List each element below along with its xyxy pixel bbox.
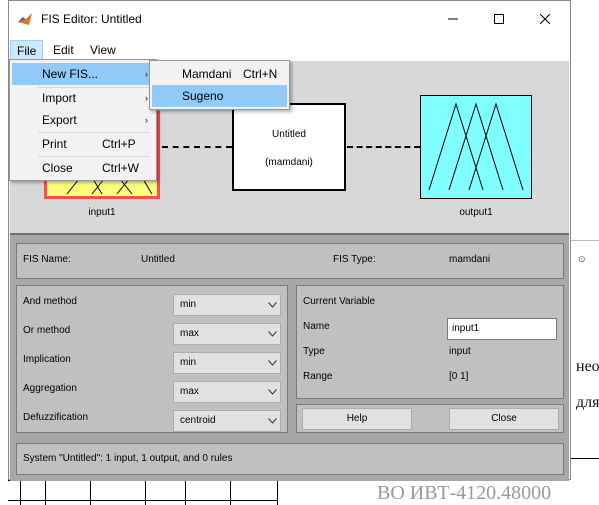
doc-stamp-text: ВО ИВТ-4120.48000	[377, 482, 552, 504]
scroll-down-arrow[interactable]: ⊙	[578, 254, 590, 268]
menu-item-sugeno[interactable]: Sugeno	[152, 85, 287, 107]
input-variable-label: input1	[88, 207, 116, 218]
new-fis-submenu: Mamdani Ctrl+N Sugeno	[149, 60, 290, 110]
file-menu: New FIS... › Import › Export › Print Ctr…	[9, 59, 157, 181]
connector-right	[347, 146, 420, 148]
menu-item-mamdani[interactable]: Mamdani Ctrl+N	[152, 63, 287, 85]
maximize-icon	[494, 14, 504, 24]
menu-item-export[interactable]: Export ›	[12, 109, 154, 131]
implication-label: Implication	[23, 354, 71, 365]
variable-range-label: Range	[303, 371, 333, 382]
doc-text-line-2: для	[576, 394, 599, 411]
menu-item-label: Mamdani	[182, 67, 232, 81]
chevron-down-icon	[264, 382, 280, 402]
chevron-down-icon	[264, 353, 280, 373]
output-mf-plot	[428, 102, 524, 191]
window-title: FIS Editor: Untitled	[41, 12, 142, 26]
and-method-label: And method	[23, 296, 77, 307]
menu-item-label: Sugeno	[182, 89, 224, 103]
close-icon	[540, 14, 550, 24]
defuzzification-select[interactable]: centroid	[173, 410, 281, 432]
defuzzification-value: centroid	[180, 415, 216, 426]
fis-name-value: Untitled	[141, 254, 175, 265]
menu-item-print[interactable]: Print Ctrl+P	[12, 133, 154, 155]
menu-edit[interactable]: Edit	[47, 40, 80, 60]
menu-item-shortcut: Ctrl+N	[243, 67, 278, 81]
output-variable-box[interactable]	[420, 95, 532, 199]
chevron-down-icon	[264, 295, 280, 315]
menu-item-label: Print	[42, 137, 67, 151]
aggregation-label: Aggregation	[23, 383, 77, 394]
buttons-group: Help Close	[296, 404, 564, 433]
system-type: (mamdani)	[265, 157, 313, 168]
minimize-icon	[448, 18, 458, 20]
variable-name-input[interactable]: input1	[447, 318, 557, 340]
minimize-button[interactable]	[430, 1, 476, 37]
status-text: System "Untitled": 1 input, 1 output, an…	[23, 453, 233, 464]
fis-type-value: mamdani	[449, 254, 491, 265]
chevron-down-icon	[264, 324, 280, 344]
system-box[interactable]: Untitled (mamdani)	[232, 103, 346, 191]
title-bar: FIS Editor: Untitled	[9, 1, 570, 37]
maximize-button[interactable]	[476, 1, 522, 37]
output-variable-label: output1	[459, 207, 493, 218]
menu-item-new-fis[interactable]: New FIS... ›	[12, 63, 154, 85]
fis-info-row: FIS Name: Untitled FIS Type: mamdani	[16, 243, 564, 279]
implication-select[interactable]: min	[173, 352, 281, 374]
and-method-value: min	[180, 299, 197, 310]
submenu-arrow-icon: ›	[145, 93, 148, 103]
methods-group: And method min Or method max Implication…	[16, 285, 288, 433]
matlab-icon	[18, 13, 32, 25]
or-method-value: max	[180, 328, 199, 339]
menu-item-shortcut: Ctrl+W	[102, 161, 139, 175]
status-bar: System "Untitled": 1 input, 1 output, an…	[16, 443, 564, 475]
variable-type-label: Type	[303, 346, 325, 357]
menu-item-import[interactable]: Import ›	[12, 87, 154, 109]
current-variable-group: Current Variable Name input1 Type input …	[296, 285, 564, 399]
menu-bar: File Edit View	[9, 37, 570, 61]
defuzzification-label: Defuzzification	[23, 412, 89, 423]
and-method-select[interactable]: min	[173, 294, 281, 316]
system-name: Untitled	[272, 129, 306, 140]
close-button[interactable]: Close	[449, 408, 559, 430]
current-variable-title: Current Variable	[303, 296, 376, 307]
or-method-select[interactable]: max	[173, 323, 281, 345]
doc-text-line-1: нео	[576, 358, 599, 375]
aggregation-value: max	[180, 386, 199, 397]
menu-view[interactable]: View	[84, 40, 122, 60]
connector-left	[162, 146, 232, 148]
implication-value: min	[180, 357, 197, 368]
menu-item-close[interactable]: Close Ctrl+W	[12, 157, 154, 179]
fis-name-label: FIS Name:	[23, 254, 71, 265]
menu-item-label: New FIS...	[42, 67, 99, 81]
menu-item-label: Import	[42, 91, 77, 105]
variable-name-label: Name	[303, 321, 330, 332]
chevron-down-icon	[264, 411, 280, 431]
menu-item-label: Export	[42, 113, 77, 127]
submenu-arrow-icon: ›	[145, 69, 148, 79]
fis-type-label: FIS Type:	[333, 254, 376, 265]
menu-item-label: Close	[42, 161, 73, 175]
aggregation-select[interactable]: max	[173, 381, 281, 403]
properties-panel: FIS Name: Untitled FIS Type: mamdani And…	[10, 233, 569, 481]
variable-type-value: input	[449, 346, 471, 357]
variable-range-value: [0 1]	[449, 371, 469, 382]
close-window-button[interactable]	[522, 1, 568, 37]
help-button[interactable]: Help	[302, 408, 412, 430]
menu-file[interactable]: File	[10, 40, 44, 60]
submenu-arrow-icon: ›	[145, 115, 148, 125]
menu-item-shortcut: Ctrl+P	[102, 137, 136, 151]
or-method-label: Or method	[23, 325, 71, 336]
